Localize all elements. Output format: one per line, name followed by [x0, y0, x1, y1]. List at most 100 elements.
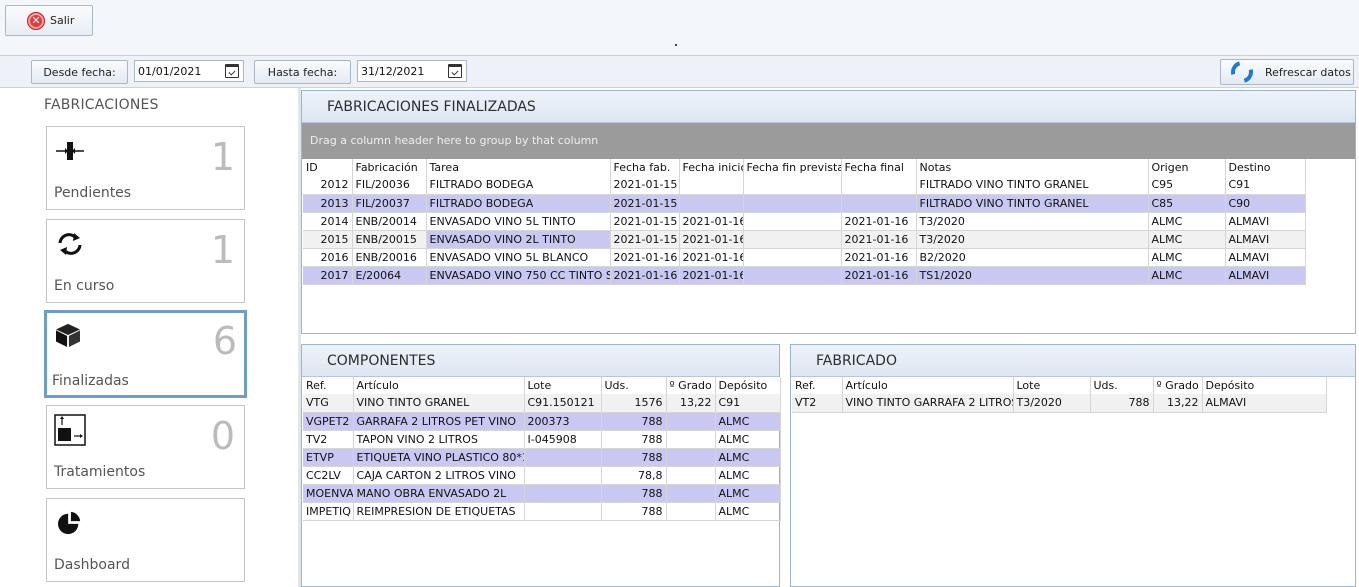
- cell-origen: ALMC: [1148, 230, 1226, 249]
- column-header-uds[interactable]: Uds.: [1090, 377, 1154, 394]
- cell-fecha-final: [841, 176, 917, 195]
- column-header-lote[interactable]: Lote: [1013, 377, 1091, 394]
- cell-uds: 788: [601, 484, 667, 503]
- refresh-button[interactable]: Refrescar datos: [1220, 56, 1354, 88]
- componentes-panel: COMPONENTES Ref. Artículo Lote Uds. º Gr…: [301, 344, 781, 587]
- cell-fecha-inicio: 2021-01-16: [679, 230, 744, 249]
- table-row[interactable]: CC2LV CAJA CARTON 2 LITROS VINO 78,8 ALM…: [303, 466, 781, 485]
- transform-icon: [54, 414, 86, 446]
- cell-ref: VGPET2: [303, 412, 354, 431]
- cell-tarea: ENVASADO VINO 5L BLANCO: [426, 248, 611, 267]
- cell-articulo: TAPON VINO 2 LITROS: [353, 430, 525, 449]
- column-header-grado[interactable]: º Grado: [1153, 377, 1203, 394]
- cell-fecha-fin-prevista: [743, 266, 842, 285]
- table-row[interactable]: 2017 E/20064 ENVASADO VINO 750 CC TINTO …: [303, 266, 1306, 285]
- cell-notas: TS1/2020: [916, 266, 1149, 285]
- column-header-destino[interactable]: Destino: [1225, 159, 1306, 176]
- exit-button[interactable]: ✕ Salir: [5, 5, 93, 36]
- column-header-deposito[interactable]: Depósito: [1202, 377, 1327, 394]
- cell-ref: VTG: [303, 394, 354, 413]
- cell-fabricacion: E/20064: [352, 266, 427, 285]
- cell-id: 2017: [303, 266, 353, 285]
- table-row[interactable]: 2014 ENB/20014 ENVASADO VINO 5L TINTO 20…: [303, 212, 1306, 231]
- refresh-icon: [1226, 56, 1258, 88]
- to-date-button[interactable]: Hasta fecha:: [254, 60, 351, 84]
- tile-label: Pendientes: [54, 185, 132, 201]
- column-header-origen[interactable]: Origen: [1148, 159, 1226, 176]
- tile-tratamientos[interactable]: 0 Tratamientos: [46, 405, 245, 489]
- tile-pendientes[interactable]: 1 Pendientes: [46, 126, 245, 210]
- tile-dashboard[interactable]: Dashboard: [46, 498, 245, 582]
- column-header-fecha-fin-prevista[interactable]: Fecha fin prevista: [743, 159, 842, 176]
- tile-finalizadas[interactable]: 6 Finalizadas: [44, 310, 247, 398]
- cell-origen: ALMC: [1148, 266, 1226, 285]
- cell-lote: T3/2020: [1013, 394, 1091, 413]
- cell-lote: [524, 484, 602, 503]
- to-date-input[interactable]: 31/12/2021: [357, 60, 467, 82]
- from-date-button[interactable]: Desde fecha:: [31, 60, 128, 84]
- column-header-deposito[interactable]: Depósito: [715, 377, 781, 394]
- table-row[interactable]: IMPETIQ REIMPRESION DE ETIQUETAS 788 ALM…: [303, 502, 781, 521]
- cell-fecha-inicio: [679, 176, 744, 195]
- cell-destino: ALMAVI: [1225, 230, 1306, 249]
- table-row[interactable]: MOENVA MANO OBRA ENVASADO 2L 788 ALMC: [303, 484, 781, 503]
- table-row[interactable]: VT2 VINO TINTO GARRAFA 2 LITROS T3/2020 …: [792, 394, 1327, 413]
- table-row[interactable]: 2013 FIL/20037 FILTRADO BODEGA 2021-01-1…: [303, 194, 1306, 213]
- cell-fecha-final: 2021-01-16: [841, 248, 917, 267]
- cell-articulo: VINO TINTO GARRAFA 2 LITROS: [842, 394, 1014, 413]
- column-header-fabricacion[interactable]: Fabricación: [352, 159, 427, 176]
- from-date-value: 01/01/2021: [138, 64, 202, 78]
- tile-en-curso[interactable]: 1 En curso: [46, 219, 245, 303]
- cell-destino: C91: [1225, 176, 1306, 195]
- cell-grado: [666, 412, 716, 431]
- table-row[interactable]: VTG VINO TINTO GRANEL C91.150121 1576 13…: [303, 394, 781, 413]
- componentes-grid: Ref. Artículo Lote Uds. º Grado Depósito…: [303, 377, 781, 521]
- cell-ref: TV2: [303, 430, 354, 449]
- column-header-fecha-final[interactable]: Fecha final: [841, 159, 917, 176]
- column-header-ref[interactable]: Ref.: [303, 377, 354, 394]
- cell-fecha-fab: 2021-01-16: [610, 266, 680, 285]
- cell-fabricacion: ENB/20015: [352, 230, 427, 249]
- cell-uds: 788: [601, 430, 667, 449]
- componentes-panel-title: COMPONENTES: [302, 345, 779, 377]
- column-header-lote[interactable]: Lote: [524, 377, 602, 394]
- cell-fecha-fin-prevista: [743, 230, 842, 249]
- cell-fecha-fab: 2021-01-15: [610, 176, 680, 195]
- cell-lote: 200373: [524, 412, 602, 431]
- cell-deposito: ALMC: [715, 484, 781, 503]
- calendar-icon[interactable]: [225, 64, 239, 78]
- cell-articulo: MANO OBRA ENVASADO 2L: [353, 484, 525, 503]
- column-header-grado[interactable]: º Grado: [666, 377, 716, 394]
- group-by-area[interactable]: Drag a column header here to group by th…: [302, 123, 1355, 159]
- column-header-fecha-inicio[interactable]: Fecha inicio: [679, 159, 744, 176]
- cell-uds: 788: [601, 502, 667, 521]
- column-header-tarea[interactable]: Tarea: [426, 159, 611, 176]
- table-row[interactable]: ETVP ETIQUETA VINO PLASTICO 80*105 788 A…: [303, 448, 781, 467]
- calendar-icon[interactable]: [448, 64, 462, 78]
- tile-count: 0: [210, 414, 235, 458]
- table-row[interactable]: 2016 ENB/20016 ENVASADO VINO 5L BLANCO 2…: [303, 248, 1306, 267]
- cell-deposito: ALMAVI: [1202, 394, 1327, 413]
- table-row[interactable]: VGPET2 GARRAFA 2 LITROS PET VINO 200373 …: [303, 412, 781, 431]
- column-header-id[interactable]: ID: [303, 159, 353, 176]
- column-header-articulo[interactable]: Artículo: [353, 377, 525, 394]
- cell-deposito: C91: [715, 394, 781, 413]
- cell-deposito: ALMC: [715, 430, 781, 449]
- cell-ref: ETVP: [303, 448, 354, 467]
- cell-tarea: ENVASADO VINO 750 CC TINTO SEI: [426, 266, 611, 285]
- table-row[interactable]: 2012 FIL/20036 FILTRADO BODEGA 2021-01-1…: [303, 176, 1306, 195]
- column-header-articulo[interactable]: Artículo: [842, 377, 1014, 394]
- cell-lote: I-045908: [524, 430, 602, 449]
- column-header-uds[interactable]: Uds.: [601, 377, 667, 394]
- table-row[interactable]: TV2 TAPON VINO 2 LITROS I-045908 788 ALM…: [303, 430, 781, 449]
- column-header-fecha-fab[interactable]: Fecha fab.: [610, 159, 680, 176]
- from-date-input[interactable]: 01/01/2021: [134, 60, 244, 82]
- cell-fabricacion: FIL/20037: [352, 194, 427, 213]
- cell-fecha-final: [841, 194, 917, 213]
- tile-label: Dashboard: [54, 557, 130, 573]
- column-header-notas[interactable]: Notas: [916, 159, 1149, 176]
- table-row[interactable]: 2015 ENB/20015 ENVASADO VINO 2L TINTO 20…: [303, 230, 1306, 249]
- cell-fecha-fab: 2021-01-15: [610, 194, 680, 213]
- column-header-ref[interactable]: Ref.: [792, 377, 843, 394]
- sync-icon: [58, 233, 82, 255]
